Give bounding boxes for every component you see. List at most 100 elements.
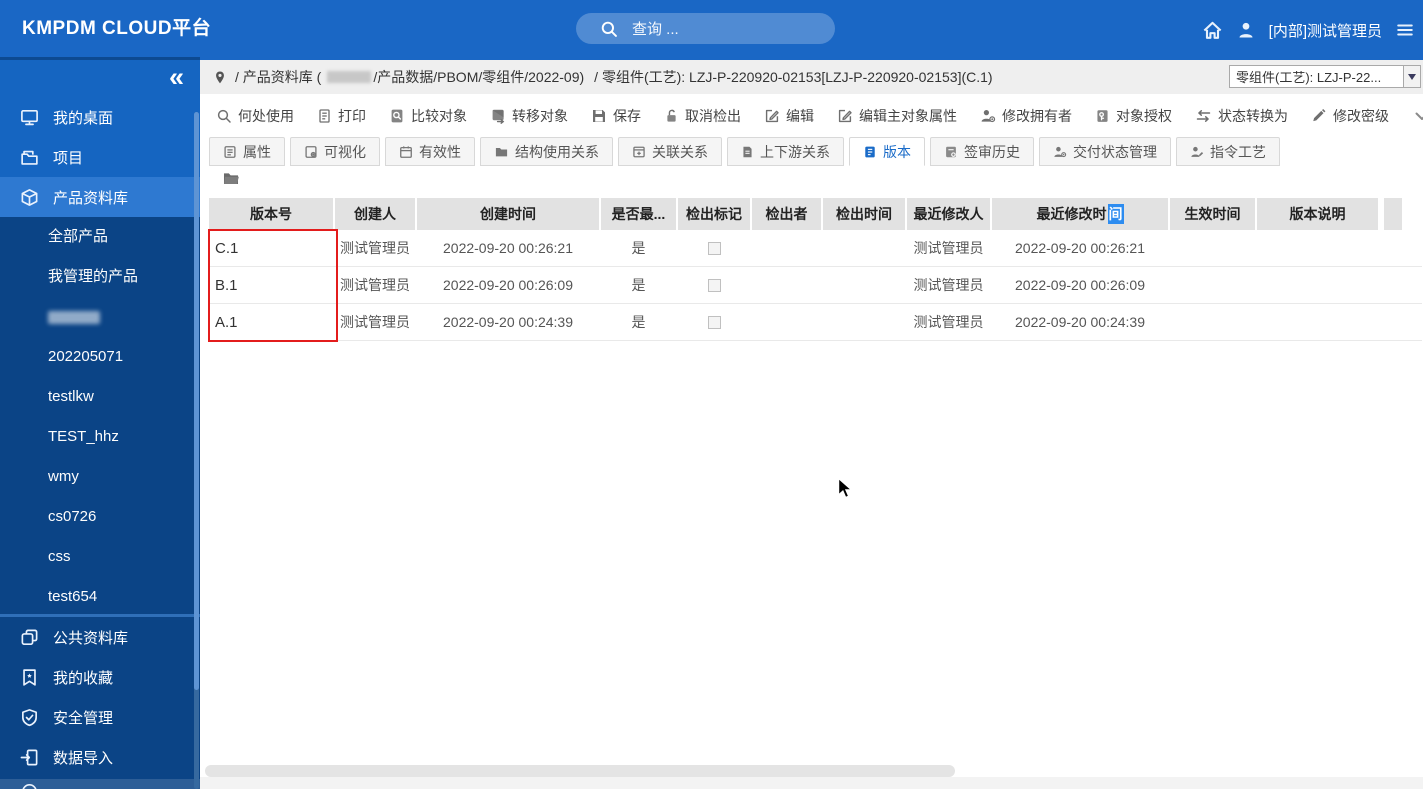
toolbar-expand-icon[interactable] bbox=[1412, 106, 1423, 126]
object-selector-dropdown[interactable]: 零组件(工艺): LZJ-P-22... bbox=[1229, 65, 1421, 88]
print-button[interactable]: 打印 bbox=[317, 106, 366, 126]
menu-icon[interactable] bbox=[1395, 21, 1415, 39]
cell-is-latest: 是 bbox=[601, 304, 678, 340]
horizontal-scrollbar-thumb[interactable] bbox=[205, 765, 955, 777]
save-button[interactable]: 保存 bbox=[591, 106, 641, 126]
cell-modified: 2022-09-20 00:26:21 bbox=[992, 230, 1170, 266]
state-transition-button[interactable]: 状态转换为 bbox=[1195, 106, 1288, 126]
checkout-checkbox[interactable] bbox=[708, 242, 721, 255]
sidebar-item-label: 数据导入 bbox=[53, 747, 113, 768]
selected-char-highlight: 间 bbox=[1108, 204, 1124, 224]
col-header-effective-time[interactable]: 生效时间 bbox=[1170, 198, 1257, 230]
main-area: / 产品资料库 ( /产品数据/PBOM/零组件/2022-09) / 零组件(… bbox=[200, 60, 1423, 789]
sidebar-subitem-test654[interactable]: test654 bbox=[0, 577, 200, 617]
table-header-row: 版本号 创建人 创建时间 是否最... 检出标记 检出者 检出时间 最近修改人 … bbox=[209, 198, 1422, 230]
bookmark-icon bbox=[20, 668, 39, 687]
folder-node-icon[interactable] bbox=[222, 170, 240, 187]
cell-checkout-by bbox=[752, 267, 823, 303]
sidebar-item-public-library[interactable]: 公共资料库 bbox=[0, 617, 200, 657]
horizontal-scrollbar-track bbox=[200, 777, 1423, 789]
table-row[interactable]: A.1 测试管理员 2022-09-20 00:24:39 是 测试管理员 20… bbox=[209, 304, 1422, 341]
col-header-modified-time[interactable]: 最近修改时间 bbox=[992, 198, 1170, 230]
sidebar-item-label: 安全管理 bbox=[53, 707, 113, 728]
tab-visualization[interactable]: 可视化 bbox=[290, 137, 380, 166]
col-header-checkout-by[interactable]: 检出者 bbox=[752, 198, 823, 230]
checkout-checkbox[interactable] bbox=[708, 279, 721, 292]
print-icon bbox=[317, 108, 332, 124]
sidebar-subitem-my-managed-products[interactable]: 我管理的产品 bbox=[0, 257, 200, 297]
sidebar-subitem-wmy[interactable]: wmy bbox=[0, 457, 200, 497]
change-owner-button[interactable]: 修改拥有者 bbox=[980, 106, 1072, 126]
tab-associations[interactable]: 关联关系 bbox=[618, 137, 722, 166]
key-icon bbox=[1095, 108, 1110, 124]
user-icon[interactable] bbox=[1236, 20, 1256, 40]
sidebar-item-data-import[interactable]: 数据导入 bbox=[0, 737, 200, 777]
table-row[interactable]: C.1 测试管理员 2022-09-20 00:26:21 是 测试管理员 20… bbox=[209, 230, 1422, 267]
sidebar: « 我的桌面 项目 产品资料库 全部产品 我管理的产品 202205071 te… bbox=[0, 60, 200, 789]
breadcrumb-segment-library[interactable]: / 产品资料库 ( bbox=[235, 67, 321, 87]
import-icon bbox=[20, 748, 39, 767]
sidebar-scrollbar-thumb[interactable] bbox=[194, 112, 199, 690]
tab-instruction-process[interactable]: 指令工艺 bbox=[1176, 137, 1280, 166]
compare-objects-icon bbox=[389, 108, 405, 124]
sidebar-item-my-desktop[interactable]: 我的桌面 bbox=[0, 97, 200, 137]
col-header-checkout-mark[interactable]: 检出标记 bbox=[678, 198, 752, 230]
object-authorize-button[interactable]: 对象授权 bbox=[1095, 106, 1172, 126]
sidebar-subitem-all-products[interactable]: 全部产品 bbox=[0, 217, 200, 257]
change-owner-icon bbox=[980, 108, 996, 124]
search-placeholder: 查询 ... bbox=[632, 18, 679, 39]
sidebar-subitem-test-hhz[interactable]: TEST_hhz bbox=[0, 417, 200, 457]
col-header-is-latest[interactable]: 是否最... bbox=[601, 198, 678, 230]
col-header-creator[interactable]: 创建人 bbox=[335, 198, 417, 230]
tab-upstream-downstream[interactable]: 上下游关系 bbox=[727, 137, 844, 166]
sidebar-subitem-redacted[interactable] bbox=[0, 297, 200, 337]
col-header-created-time[interactable]: 创建时间 bbox=[417, 198, 601, 230]
breadcrumb-segment-part[interactable]: / 零组件(工艺): LZJ-P-220920-02153[LZJ-P-2209… bbox=[594, 67, 992, 87]
sidebar-item-security[interactable]: 安全管理 bbox=[0, 697, 200, 737]
tab-structure-usage[interactable]: 结构使用关系 bbox=[480, 137, 613, 166]
edit-button[interactable]: 编辑 bbox=[764, 106, 814, 126]
edit-master-attributes-button[interactable]: 编辑主对象属性 bbox=[837, 106, 957, 126]
cell-checkout-by bbox=[752, 304, 823, 340]
breadcrumb-segment-path[interactable]: /产品数据/PBOM/零组件/2022-09) bbox=[373, 67, 584, 87]
sidebar-subitem-testlkw[interactable]: testlkw bbox=[0, 377, 200, 417]
home-icon[interactable] bbox=[1202, 20, 1223, 41]
transfer-object-button[interactable]: 转移对象 bbox=[490, 106, 568, 126]
sidebar-item-product-library[interactable]: 产品资料库 bbox=[0, 177, 200, 217]
save-icon bbox=[591, 108, 607, 124]
cell-created: 2022-09-20 00:26:21 bbox=[417, 230, 601, 266]
sidebar-subitem-202205071[interactable]: 202205071 bbox=[0, 337, 200, 377]
sidebar-subitem-cs0726[interactable]: cs0726 bbox=[0, 497, 200, 537]
edit-master-attributes-icon bbox=[837, 108, 853, 124]
sidebar-subitem-css[interactable]: css bbox=[0, 537, 200, 577]
sidebar-collapse-icon[interactable]: « bbox=[169, 62, 184, 92]
sidebar-item-projects[interactable]: 项目 bbox=[0, 137, 200, 177]
tab-attributes[interactable]: 属性 bbox=[209, 137, 285, 166]
tab-versions[interactable]: 版本 bbox=[849, 137, 925, 166]
tab-review-history[interactable]: 签审历史 bbox=[930, 137, 1034, 166]
table-row[interactable]: B.1 测试管理员 2022-09-20 00:26:09 是 测试管理员 20… bbox=[209, 267, 1422, 304]
col-header-checkout-time[interactable]: 检出时间 bbox=[823, 198, 907, 230]
current-user-label[interactable]: [内部]测试管理员 bbox=[1269, 20, 1382, 41]
col-header-modifier[interactable]: 最近修改人 bbox=[907, 198, 992, 230]
where-used-button[interactable]: 何处使用 bbox=[216, 106, 294, 126]
cell-creator: 测试管理员 bbox=[335, 304, 417, 340]
col-header-version[interactable]: 版本号 bbox=[209, 198, 335, 230]
compare-objects-button[interactable]: 比较对象 bbox=[389, 106, 467, 126]
sidebar-item-partial[interactable] bbox=[0, 779, 200, 789]
sidebar-item-favorites[interactable]: 我的收藏 bbox=[0, 657, 200, 697]
checkout-checkbox[interactable] bbox=[708, 316, 721, 329]
pencil-icon bbox=[1311, 108, 1327, 124]
person-gear-icon bbox=[1053, 145, 1067, 159]
doc-icon bbox=[741, 145, 754, 159]
cell-created: 2022-09-20 00:26:09 bbox=[417, 267, 601, 303]
search-input[interactable]: 查询 ... bbox=[576, 13, 835, 44]
cancel-checkout-button[interactable]: 取消检出 bbox=[664, 106, 741, 126]
project-icon bbox=[20, 148, 39, 167]
cell-is-latest: 是 bbox=[601, 230, 678, 266]
tab-delivery-state[interactable]: 交付状态管理 bbox=[1039, 137, 1171, 166]
col-header-version-desc[interactable]: 版本说明 bbox=[1257, 198, 1380, 230]
tab-effectivity[interactable]: 有效性 bbox=[385, 137, 475, 166]
change-secrecy-button[interactable]: 修改密级 bbox=[1311, 106, 1389, 126]
app-header: KMPDM CLOUD平台 查询 ... [内部]测试管理员 bbox=[0, 0, 1423, 60]
